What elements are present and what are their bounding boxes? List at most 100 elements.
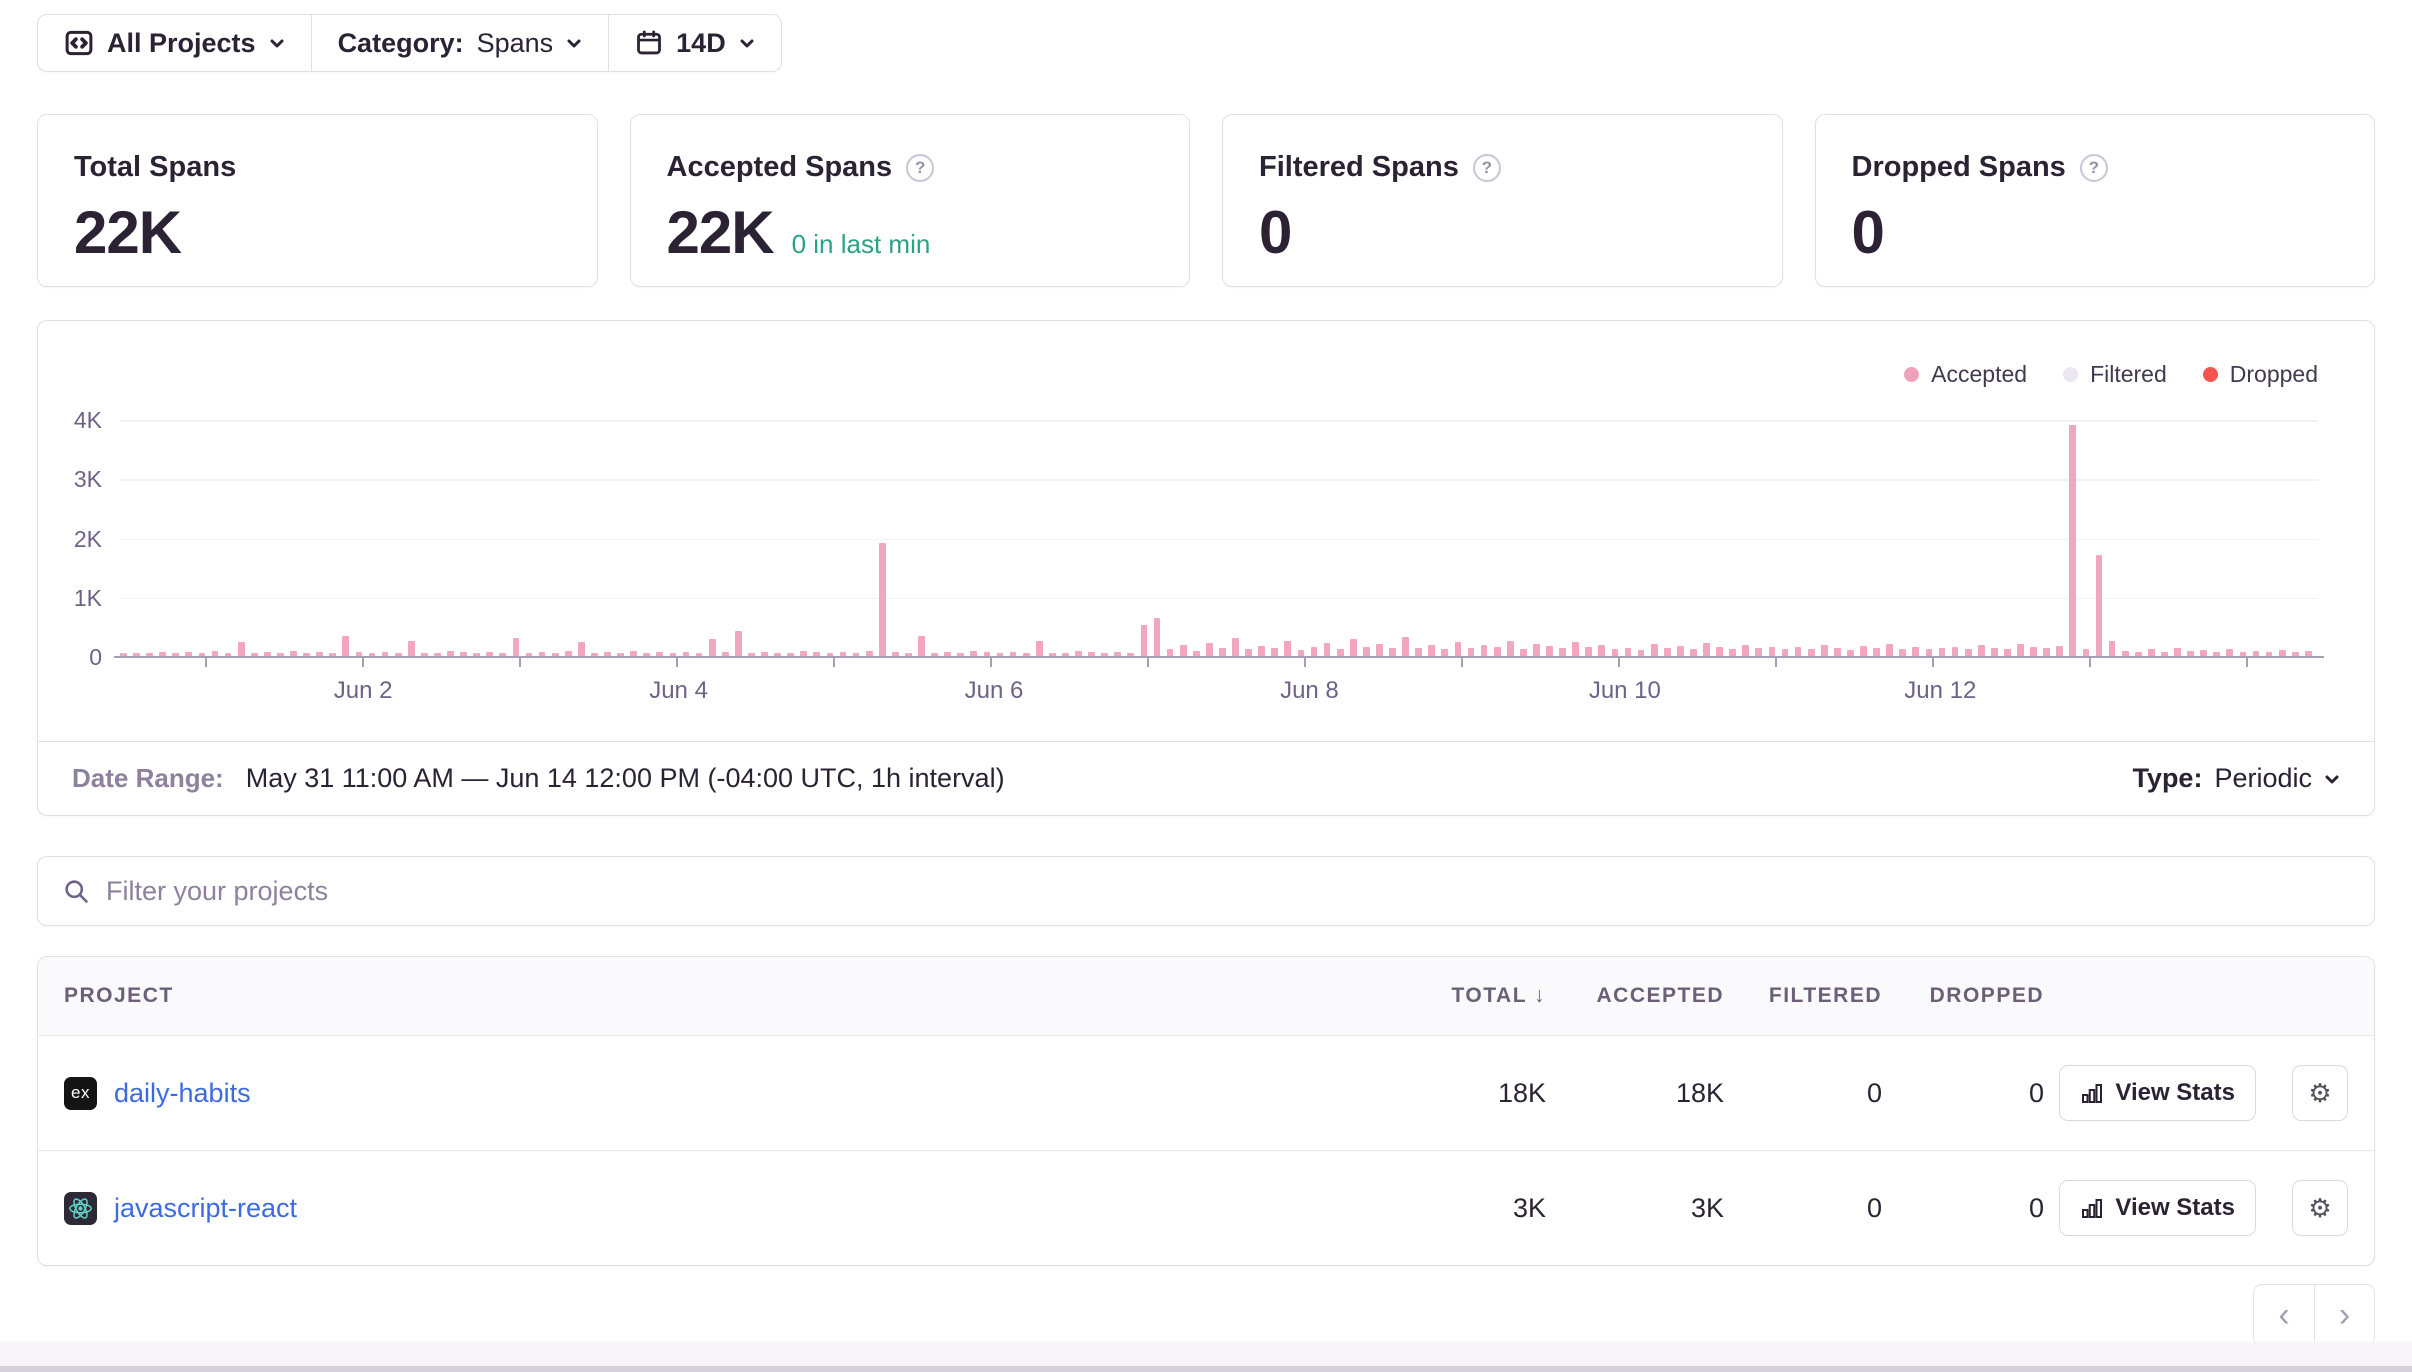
chevron-down-icon: [566, 35, 582, 51]
accepted-bar: [290, 651, 297, 656]
accepted-bar: [1468, 648, 1475, 656]
accepted-bar: [1324, 643, 1331, 656]
chevron-left-icon: ‹: [2278, 1296, 2289, 1334]
accepted-bar: [1101, 653, 1108, 656]
accepted-bar: [1271, 648, 1278, 656]
accepted-bar: [172, 653, 179, 656]
legend-item-filtered[interactable]: Filtered: [2063, 361, 2167, 388]
accepted-bar: [2240, 652, 2247, 656]
accepted-bar: [1428, 645, 1435, 656]
accepted-bar: [761, 652, 768, 656]
accepted-bar: [1245, 649, 1252, 656]
project-link[interactable]: javascript-react: [114, 1193, 297, 1224]
accepted-bar: [670, 653, 677, 656]
accepted-bar: [2305, 651, 2312, 656]
accepted-bar: [853, 653, 860, 656]
accepted-bar: [970, 651, 977, 656]
chevron-down-icon: [2324, 771, 2340, 787]
accepted-bar: [591, 653, 598, 656]
y-axis-label: 2K: [38, 526, 102, 553]
accepted-bar: [1795, 647, 1802, 656]
category-filter-dropdown[interactable]: Category: Spans: [311, 15, 609, 71]
project-link[interactable]: daily-habits: [114, 1078, 251, 1109]
accepted-bar: [1729, 649, 1736, 656]
accepted-bar: [526, 653, 533, 656]
projects-filter-dropdown[interactable]: All Projects: [38, 15, 311, 71]
accepted-bar: [1455, 642, 1462, 656]
accepted-bar: [1284, 641, 1291, 656]
type-value: Periodic: [2214, 763, 2312, 794]
column-header-filtered[interactable]: Filtered: [1724, 984, 1882, 1008]
accepted-bar: [683, 652, 690, 656]
accepted-bar: [2213, 652, 2220, 656]
view-stats-button[interactable]: View Stats: [2059, 1065, 2256, 1121]
accepted-bar: [1926, 649, 1933, 656]
accepted-bar: [1847, 650, 1854, 656]
column-header-dropped[interactable]: Dropped: [1882, 984, 2044, 1008]
accepted-bar: [1363, 647, 1370, 656]
accepted-bar: [1769, 647, 1776, 656]
legend-item-dropped[interactable]: Dropped: [2203, 361, 2318, 388]
accepted-bar: [1834, 648, 1841, 656]
accepted-bar: [1690, 649, 1697, 656]
accepted-bar: [578, 642, 585, 656]
y-axis-label: 1K: [38, 585, 102, 612]
previous-page-button[interactable]: ‹: [2254, 1285, 2314, 1345]
accepted-bar: [2266, 652, 2273, 656]
accepted-bar: [1062, 653, 1069, 656]
column-header-accepted[interactable]: Accepted: [1546, 984, 1724, 1008]
card-title: Filtered Spans: [1259, 151, 1459, 184]
accepted-bar: [2161, 652, 2168, 656]
gear-icon: ⚙: [2308, 1193, 2331, 1224]
type-dropdown[interactable]: Type: Periodic: [2132, 763, 2340, 794]
x-axis-label: Jun 2: [334, 677, 393, 705]
accepted-bar: [565, 651, 572, 656]
accepted-bar: [185, 652, 192, 656]
help-icon[interactable]: ?: [906, 154, 934, 182]
column-header-total[interactable]: Total ↓: [1376, 984, 1546, 1008]
date-period-dropdown[interactable]: 14D: [608, 15, 781, 71]
view-stats-button[interactable]: View Stats: [2059, 1180, 2256, 1236]
help-icon[interactable]: ?: [1473, 154, 1501, 182]
column-header-project[interactable]: Project: [64, 984, 1376, 1008]
y-axis-label: 3K: [38, 466, 102, 493]
next-page-button[interactable]: ›: [2314, 1285, 2374, 1345]
accepted-bar: [1873, 648, 1880, 656]
chart-plot-area: [120, 420, 2318, 657]
accepted-bar: [473, 653, 480, 656]
accepted-bar: [316, 652, 323, 656]
x-axis-label: Jun 4: [649, 677, 708, 705]
x-axis-label: Jun 8: [1280, 677, 1339, 705]
accepted-bar: [382, 652, 389, 656]
project-settings-button[interactable]: ⚙: [2292, 1180, 2348, 1236]
x-axis-label: Jun 12: [1904, 677, 1976, 705]
card-title: Accepted Spans: [667, 151, 893, 184]
accepted-bar: [630, 651, 637, 656]
filtered-cell: 0: [1724, 1078, 1882, 1109]
accepted-bar: [486, 652, 493, 656]
accepted-bar: [1782, 649, 1789, 656]
search-icon: [62, 877, 90, 905]
accepted-bar: [1337, 649, 1344, 656]
accepted-bar: [513, 638, 520, 656]
accepted-bar: [1154, 618, 1161, 657]
legend-item-accepted[interactable]: Accepted: [1904, 361, 2027, 388]
accepted-bar: [342, 636, 349, 656]
accepted-bar: [1441, 649, 1448, 656]
project-settings-button[interactable]: ⚙: [2292, 1065, 2348, 1121]
accepted-bar: [1219, 648, 1226, 656]
accepted-bar: [931, 653, 938, 656]
filter-bar: All Projects Category: Spans 14D: [37, 14, 782, 72]
bar-chart-icon: [2080, 1196, 2104, 1220]
accepted-bar: [840, 652, 847, 656]
accepted-bar: [369, 653, 376, 656]
category-filter-value: Spans: [477, 28, 554, 59]
chevron-right-icon: ›: [2339, 1296, 2350, 1334]
accepted-bar: [199, 653, 206, 656]
search-input[interactable]: [106, 876, 2350, 907]
total-cell: 3K: [1376, 1193, 1546, 1224]
total-cell: 18K: [1376, 1078, 1546, 1109]
accepted-bar: [2109, 641, 2116, 656]
help-icon[interactable]: ?: [2080, 154, 2108, 182]
accepted-bar: [2187, 651, 2194, 656]
